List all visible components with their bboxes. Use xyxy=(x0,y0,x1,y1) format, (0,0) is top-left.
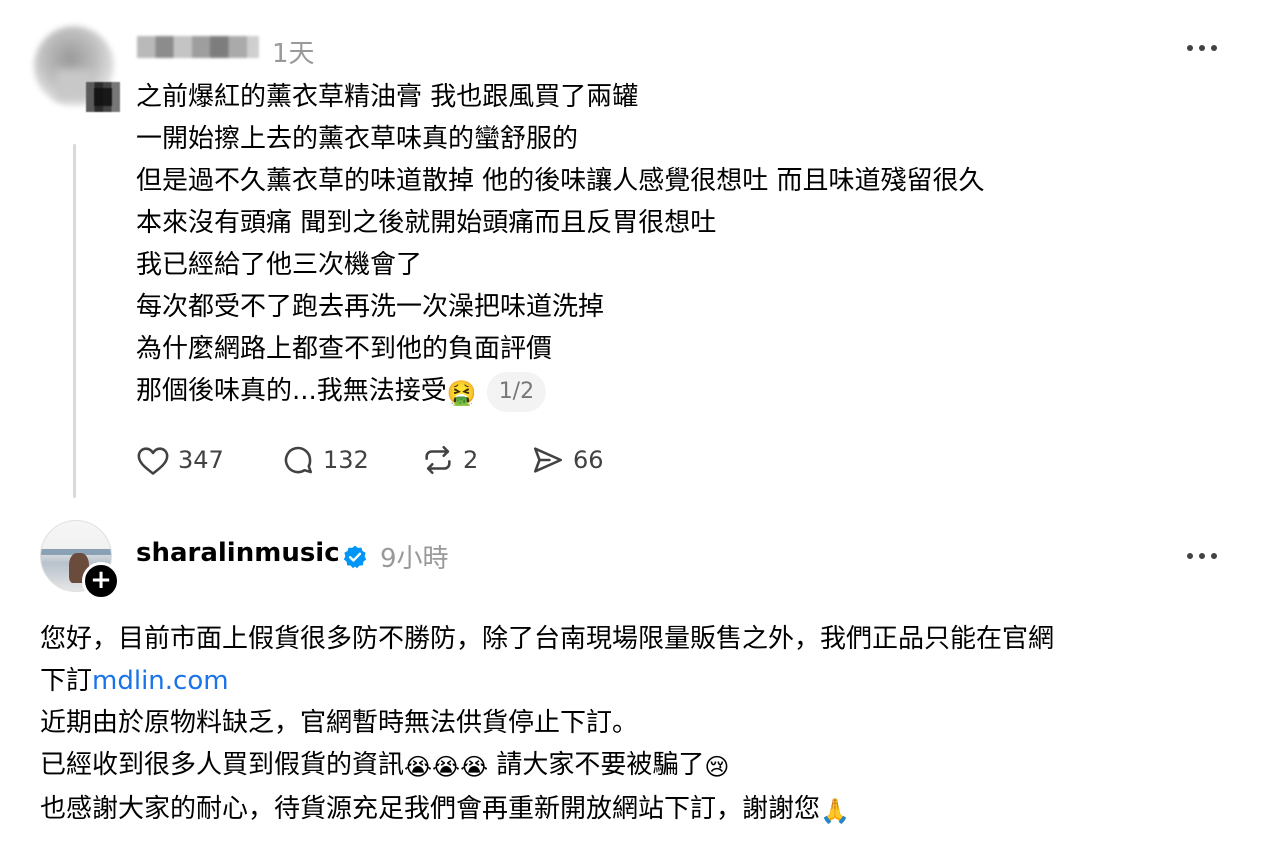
post-body: 之前爆紅的薰衣草精油膏 我也跟風買了兩罐 一開始擦上去的薰衣草味真的蠻舒服的 但… xyxy=(136,76,985,414)
more-dot xyxy=(1187,45,1193,51)
post-text-line-last: 那個後味真的...我無法接受🤮 1/2 xyxy=(136,370,985,414)
repost-count: 2 xyxy=(463,446,479,474)
username-blurred[interactable] xyxy=(137,36,259,58)
more-dot xyxy=(1199,45,1205,51)
sad-tear-emoji: 😢 xyxy=(704,753,730,781)
comment-icon xyxy=(284,446,313,474)
like-count: 347 xyxy=(178,446,224,474)
share-button[interactable]: 66 xyxy=(531,443,604,477)
nauseated-emoji: 🤮 xyxy=(446,379,477,407)
post-actions: 347 132 2 66 xyxy=(136,440,604,480)
folded-hands-emoji: 🙏 xyxy=(820,797,850,825)
follow-plus-icon[interactable] xyxy=(86,82,120,112)
reply-text: 請大家不要被騙了 xyxy=(488,750,705,780)
follow-plus-icon[interactable]: + xyxy=(82,562,120,600)
post-text: 那個後味真的...我無法接受 xyxy=(136,376,447,406)
more-dot xyxy=(1211,553,1217,559)
more-dot xyxy=(1199,553,1205,559)
verified-badge-icon xyxy=(343,545,367,569)
more-dot xyxy=(1211,45,1217,51)
post-text-line: 但是過不久薰衣草的味道散掉 他的後味讓人感覺很想吐 而且味道殘留很久 xyxy=(136,166,985,196)
like-button[interactable]: 347 xyxy=(136,444,281,476)
reply-text-line: 下訂mdlin.com xyxy=(40,660,1240,702)
thread-connector-line xyxy=(73,144,76,498)
reply-count: 132 xyxy=(323,446,369,474)
website-link[interactable]: mdlin.com xyxy=(92,666,229,696)
post-text-line: 每次都受不了跑去再洗一次澡把味道洗掉 xyxy=(136,292,605,322)
reply-text-line: 也感謝大家的耐心，待貨源充足我們會再重新開放網站下訂，謝謝您🙏 xyxy=(40,788,1240,832)
username[interactable]: sharalinmusic xyxy=(136,538,340,568)
post-timestamp: 9小時 xyxy=(380,544,449,574)
reply-text-line: 近期由於原物料缺乏，官網暫時無法供貨停止下訂。 xyxy=(40,708,639,738)
threads-feed: 1天 之前爆紅的薰衣草精油膏 我也跟風買了兩罐 一開始擦上去的薰衣草味真的蠻舒服… xyxy=(0,0,1278,854)
send-icon xyxy=(533,447,563,473)
post-text-line: 一開始擦上去的薰衣草味真的蠻舒服的 xyxy=(136,124,579,154)
reply-text-line: 已經收到很多人買到假貨的資訊😭😭😭 請大家不要被騙了😢 xyxy=(40,744,1240,788)
post-text-line: 本來沒有頭痛 聞到之後就開始頭痛而且反胃很想吐 xyxy=(136,208,717,238)
reply-body: 您好，目前市面上假貨很多防不勝防，除了台南現場限量販售之外，我們正品只能在官網 … xyxy=(40,618,1240,832)
more-options-icon[interactable] xyxy=(1182,44,1222,52)
post-text-line: 為什麼網路上都查不到他的負面評價 xyxy=(136,334,553,364)
crying-emoji: 😭😭😭 xyxy=(404,753,489,781)
more-options-icon[interactable] xyxy=(1182,552,1222,560)
reply-text-line: 您好，目前市面上假貨很多防不勝防，除了台南現場限量販售之外，我們正品只能在官網 xyxy=(40,624,1055,654)
post-text-line: 我已經給了他三次機會了 xyxy=(136,250,423,280)
repost-icon xyxy=(425,445,451,475)
reply-text: 也感謝大家的耐心，待貨源充足我們會再重新開放網站下訂，謝謝您 xyxy=(40,794,821,824)
reply-button[interactable]: 132 xyxy=(281,443,421,477)
heart-icon xyxy=(137,447,169,475)
post-timestamp: 1天 xyxy=(272,39,315,69)
post-text-line: 之前爆紅的薰衣草精油膏 我也跟風買了兩罐 xyxy=(136,82,639,112)
share-count: 66 xyxy=(573,446,604,474)
repost-button[interactable]: 2 xyxy=(421,443,531,477)
reply-text: 已經收到很多人買到假貨的資訊 xyxy=(40,750,405,780)
more-dot xyxy=(1187,553,1193,559)
reply-text: 下訂 xyxy=(40,666,93,696)
page-indicator[interactable]: 1/2 xyxy=(486,372,547,412)
